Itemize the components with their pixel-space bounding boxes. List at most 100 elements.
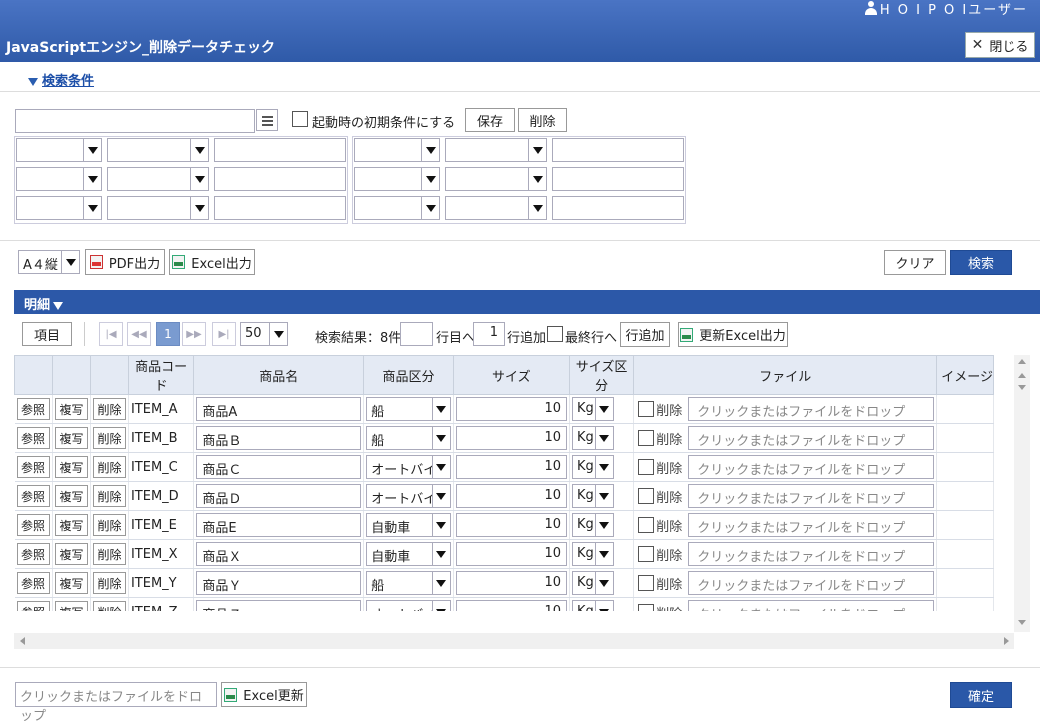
file-delete-checkbox[interactable] bbox=[638, 430, 655, 446]
item-category-select[interactable]: 船 bbox=[366, 426, 451, 450]
condition-value-input[interactable] bbox=[552, 167, 684, 191]
file-delete-checkbox[interactable] bbox=[638, 488, 655, 504]
pdf-export-button[interactable]: PDF出力 bbox=[85, 249, 165, 275]
row-delete-button[interactable]: 削除 bbox=[92, 485, 126, 507]
condition-operator-select[interactable] bbox=[107, 138, 209, 162]
horizontal-scrollbar[interactable] bbox=[14, 633, 1014, 649]
size-unit-select[interactable]: Kg bbox=[571, 571, 614, 595]
user-area[interactable]: H O I P O Iユーザー bbox=[864, 0, 1028, 18]
file-delete-checkbox[interactable] bbox=[638, 546, 655, 562]
item-size-input[interactable]: 10 bbox=[455, 571, 567, 595]
item-name-input[interactable]: 商品Ｘ bbox=[196, 542, 362, 566]
next-page-icon[interactable]: ▶▶ bbox=[182, 322, 206, 346]
file-drop-field[interactable]: クリックまたはファイルをドロップ bbox=[688, 484, 935, 508]
row-copy-button[interactable]: 複写 bbox=[54, 514, 88, 536]
item-size-input[interactable]: 10 bbox=[455, 484, 567, 508]
row-reference-button[interactable]: 参照 bbox=[16, 572, 50, 594]
column-header-size-unit[interactable]: サイズ区分 bbox=[568, 355, 635, 395]
condition-value-input[interactable] bbox=[552, 138, 684, 162]
item-size-input[interactable]: 10 bbox=[455, 397, 567, 421]
column-header-image[interactable]: イメージ bbox=[936, 355, 994, 395]
prev-page-icon[interactable]: ◀◀ bbox=[127, 322, 151, 346]
condition-field-select[interactable] bbox=[354, 196, 440, 220]
condition-value-input[interactable] bbox=[552, 196, 684, 220]
column-header-name[interactable]: 商品名 bbox=[193, 355, 365, 395]
scroll-down-icon[interactable] bbox=[1018, 620, 1026, 625]
columns-button[interactable]: 項目 bbox=[22, 322, 72, 346]
condition-operator-select[interactable] bbox=[107, 196, 209, 220]
item-category-select[interactable]: 自動車 bbox=[366, 513, 451, 537]
row-copy-button[interactable]: 複写 bbox=[54, 572, 88, 594]
condition-list-icon[interactable] bbox=[256, 109, 278, 131]
row-reference-button[interactable]: 参照 bbox=[16, 543, 50, 565]
saved-condition-input[interactable] bbox=[15, 109, 255, 133]
row-copy-button[interactable]: 複写 bbox=[54, 543, 88, 565]
row-copy-button[interactable]: 複写 bbox=[54, 427, 88, 449]
item-category-select[interactable]: 船 bbox=[366, 571, 451, 595]
scroll-left-icon[interactable] bbox=[20, 637, 25, 645]
first-page-icon[interactable]: |◀ bbox=[99, 322, 123, 346]
item-name-input[interactable]: 商品Ｙ bbox=[196, 571, 362, 595]
item-name-input[interactable]: 商品Ｚ bbox=[196, 600, 362, 611]
item-name-input[interactable]: 商品Ｂ bbox=[196, 426, 362, 450]
size-unit-select[interactable]: Kg bbox=[571, 426, 614, 450]
save-condition-button[interactable]: 保存 bbox=[465, 108, 515, 132]
row-delete-button[interactable]: 削除 bbox=[92, 572, 126, 594]
file-drop-field[interactable]: クリックまたはファイルをドロップ bbox=[688, 455, 935, 479]
item-category-select[interactable]: 自動車 bbox=[366, 542, 451, 566]
condition-field-select[interactable] bbox=[354, 167, 440, 191]
column-header-code[interactable]: 商品コード bbox=[127, 355, 195, 395]
file-drop-field[interactable]: クリックまたはファイルをドロップ bbox=[688, 600, 935, 611]
row-delete-button[interactable]: 削除 bbox=[92, 398, 126, 420]
condition-operator-select[interactable] bbox=[445, 138, 547, 162]
size-unit-select[interactable]: Kg bbox=[571, 484, 614, 508]
size-unit-select[interactable]: Kg bbox=[571, 455, 614, 479]
item-category-select[interactable]: オートバイ bbox=[366, 455, 451, 479]
row-copy-button[interactable]: 複写 bbox=[54, 456, 88, 478]
excel-update-button[interactable]: Excel更新 bbox=[221, 682, 307, 707]
row-delete-button[interactable]: 削除 bbox=[92, 514, 126, 536]
file-drop-field[interactable]: クリックまたはファイルをドロップ bbox=[688, 397, 935, 421]
condition-operator-select[interactable] bbox=[445, 167, 547, 191]
condition-operator-select[interactable] bbox=[107, 167, 209, 191]
item-size-input[interactable]: 10 bbox=[455, 513, 567, 537]
row-reference-button[interactable]: 参照 bbox=[16, 427, 50, 449]
search-condition-toggle[interactable]: 検索条件 bbox=[28, 70, 94, 89]
excel-export-button[interactable]: Excel出力 bbox=[169, 249, 255, 275]
row-copy-button[interactable]: 複写 bbox=[54, 398, 88, 420]
excel-file-drop-field[interactable]: クリックまたはファイルをドロップ bbox=[15, 682, 217, 724]
item-size-input[interactable]: 10 bbox=[455, 426, 567, 450]
add-row-button[interactable]: 行追加 bbox=[620, 322, 670, 347]
row-reference-button[interactable]: 参照 bbox=[16, 398, 50, 420]
file-delete-checkbox[interactable] bbox=[638, 575, 655, 591]
last-row-checkbox[interactable] bbox=[547, 326, 563, 342]
row-reference-button[interactable]: 参照 bbox=[16, 485, 50, 507]
size-unit-select[interactable]: Kg bbox=[571, 600, 614, 611]
size-unit-select[interactable]: Kg bbox=[571, 542, 614, 566]
item-size-input[interactable]: 10 bbox=[455, 455, 567, 479]
column-header-file[interactable]: ファイル bbox=[633, 355, 938, 395]
column-header-size[interactable]: サイズ bbox=[452, 355, 570, 395]
row-delete-button[interactable]: 削除 bbox=[92, 543, 126, 565]
delete-condition-button[interactable]: 削除 bbox=[518, 108, 567, 132]
row-copy-button[interactable]: 複写 bbox=[54, 601, 88, 611]
row-delete-button[interactable]: 削除 bbox=[92, 427, 126, 449]
add-row-count-input[interactable]: 1 bbox=[473, 322, 505, 346]
file-drop-field[interactable]: クリックまたはファイルをドロップ bbox=[688, 426, 935, 450]
current-page[interactable]: 1 bbox=[156, 322, 180, 346]
clear-button[interactable]: クリア bbox=[884, 250, 946, 275]
scroll-up-icon[interactable] bbox=[1018, 359, 1026, 364]
row-delete-button[interactable]: 削除 bbox=[92, 601, 126, 611]
file-drop-field[interactable]: クリックまたはファイルをドロップ bbox=[688, 513, 935, 537]
condition-field-select[interactable] bbox=[16, 196, 102, 220]
detail-section-header[interactable]: 明細 bbox=[14, 290, 1040, 314]
item-name-input[interactable]: 商品A bbox=[196, 397, 362, 421]
size-unit-select[interactable]: Kg bbox=[571, 397, 614, 421]
scroll-down-small-icon[interactable] bbox=[1018, 385, 1026, 390]
file-drop-field[interactable]: クリックまたはファイルをドロップ bbox=[688, 571, 935, 595]
search-button[interactable]: 検索 bbox=[950, 250, 1012, 275]
column-header-category[interactable]: 商品区分 bbox=[363, 355, 454, 395]
close-button[interactable]: ✕ 閉じる bbox=[965, 32, 1035, 58]
row-reference-button[interactable]: 参照 bbox=[16, 514, 50, 536]
item-category-select[interactable]: オートバイ bbox=[366, 484, 451, 508]
